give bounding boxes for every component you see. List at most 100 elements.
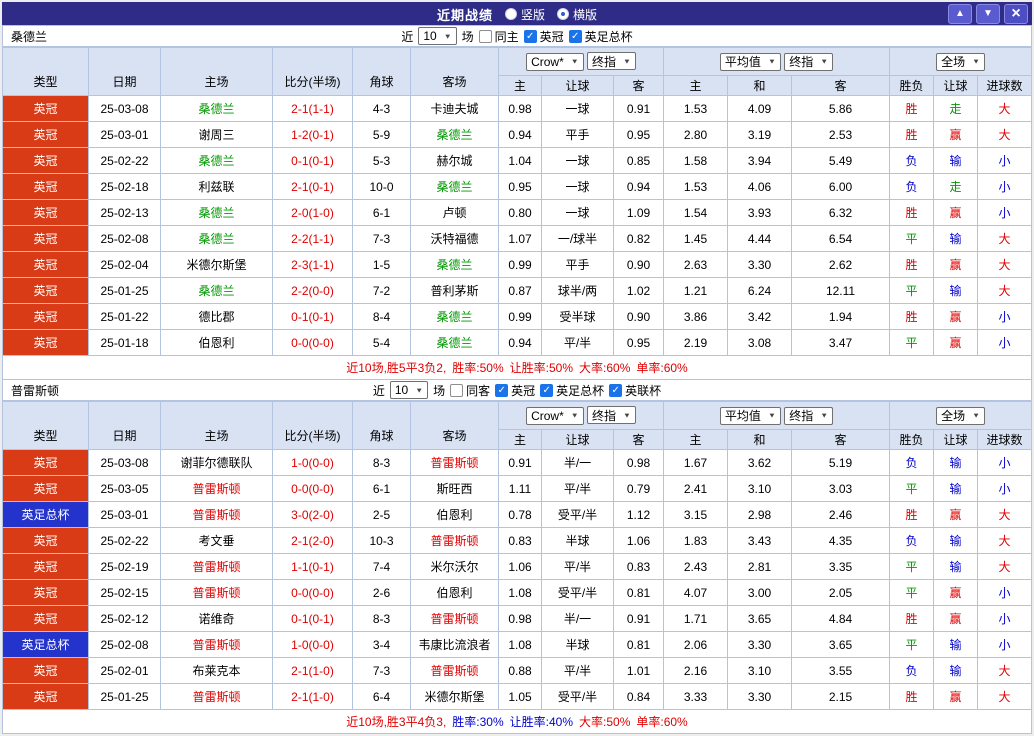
down-arrow-icon: ▼ <box>983 9 993 19</box>
same-venue-filter[interactable]: 同客 <box>450 382 490 399</box>
match-date: 25-02-18 <box>89 174 161 200</box>
euro-odds-time-select[interactable]: 终指▼ <box>784 53 833 71</box>
score: 2-1(1-0) <box>273 658 353 684</box>
euro-away-odds: 4.84 <box>792 606 890 632</box>
close-button[interactable]: × <box>1004 4 1028 24</box>
euro-away-odds: 2.62 <box>792 252 890 278</box>
euro-odds-source-select[interactable]: 平均值▼ <box>720 53 781 71</box>
handicap-odds-source-select[interactable]: Crow*▼ <box>526 407 584 425</box>
layout-horizontal-option[interactable]: 横版 <box>557 6 597 23</box>
match-row: 英冠25-02-15普雷斯顿0-0(0-0)2-6伯恩利1.08受平/半0.81… <box>3 580 1032 606</box>
euro-away-odds: 2.46 <box>792 502 890 528</box>
handicap-home-odds: 0.95 <box>499 174 542 200</box>
col-header-handicap-away: 客 <box>614 430 664 450</box>
euro-draw-odds: 3.08 <box>728 330 792 356</box>
col-header-handicap-line: 让球 <box>542 76 614 96</box>
home-team-name: 普雷斯顿 <box>161 476 273 502</box>
handicap-home-odds: 0.78 <box>499 502 542 528</box>
euro-away-odds: 2.53 <box>792 122 890 148</box>
handicap-away-odds: 0.98 <box>614 450 664 476</box>
match-count-select[interactable]: 10▼ <box>418 27 456 45</box>
handicap-home-odds: 0.98 <box>499 606 542 632</box>
league-badge: 英足总杯 <box>3 502 89 528</box>
handicap-result: 赢 <box>934 580 978 606</box>
match-date: 25-02-19 <box>89 554 161 580</box>
corner-count: 7-4 <box>353 554 411 580</box>
goals-result: 小 <box>978 632 1032 658</box>
handicap-away-odds: 0.79 <box>614 476 664 502</box>
chevron-down-icon: ▼ <box>444 32 452 40</box>
euro-odds-source-select[interactable]: 平均值▼ <box>720 407 781 425</box>
competition-filter[interactable]: ✓英冠 <box>524 28 564 45</box>
matches-table: 类型 日期 主场 比分(半场) 角球 客场 Crow*▼ 终指▼ 平均值▼ 终指… <box>2 47 1032 356</box>
col-header-result: 胜负 <box>890 430 934 450</box>
handicap-line: 一球 <box>542 200 614 226</box>
move-up-button[interactable]: ▲ <box>948 4 972 24</box>
win-loss-result: 胜 <box>890 200 934 226</box>
competition-filter[interactable]: ✓英足总杯 <box>569 28 633 45</box>
handicap-line: 一球 <box>542 174 614 200</box>
goals-result: 大 <box>978 122 1032 148</box>
summary-segment: 大率:60% <box>579 359 630 376</box>
same-venue-filter[interactable]: 同主 <box>479 28 519 45</box>
win-loss-result: 负 <box>890 148 934 174</box>
corner-count: 6-4 <box>353 684 411 710</box>
euro-home-odds: 2.80 <box>664 122 728 148</box>
chevron-down-icon: ▼ <box>571 412 579 420</box>
away-team-name: 米德尔斯堡 <box>411 684 499 710</box>
euro-odds-group: 平均值▼ 终指▼ <box>664 48 890 76</box>
euro-away-odds: 3.55 <box>792 658 890 684</box>
goals-result: 小 <box>978 330 1032 356</box>
euro-away-odds: 12.11 <box>792 278 890 304</box>
matches-table: 类型 日期 主场 比分(半场) 角球 客场 Crow*▼ 终指▼ 平均值▼ 终指… <box>2 401 1032 710</box>
away-team-name: 桑德兰 <box>411 252 499 278</box>
move-down-button[interactable]: ▼ <box>976 4 1000 24</box>
handicap-result: 输 <box>934 528 978 554</box>
league-badge: 英冠 <box>3 580 89 606</box>
handicap-away-odds: 0.84 <box>614 684 664 710</box>
away-team-section: 普雷斯顿 近 10▼ 场 同客 ✓英冠✓英足总杯✓英联杯 <box>2 379 1032 734</box>
summary-segment: 让胜率:40% <box>510 713 573 730</box>
handicap-away-odds: 0.91 <box>614 96 664 122</box>
section-filter-row: 桑德兰 近 10▼ 场 同主 ✓英冠✓英足总杯 <box>2 25 1032 47</box>
handicap-line: 受平/半 <box>542 580 614 606</box>
titlebar[interactable]: 近期战绩 竖版 横版 ▲ ▼ × <box>2 2 1032 26</box>
goals-result: 大 <box>978 528 1032 554</box>
handicap-home-odds: 0.98 <box>499 96 542 122</box>
col-header-home: 主场 <box>161 48 273 96</box>
goals-result: 大 <box>978 226 1032 252</box>
checkbox-checked-icon: ✓ <box>524 30 537 43</box>
scope-select[interactable]: 全场▼ <box>936 407 985 425</box>
same-venue-label: 同客 <box>466 382 490 399</box>
odds-time-value: 终指 <box>592 407 616 424</box>
section-summary: 近10场,胜5平3负2,胜率:50%让胜率:50%大率:60%单率:60% <box>2 356 1032 380</box>
handicap-odds-source-select[interactable]: Crow*▼ <box>526 53 584 71</box>
recent-results-window: 近期战绩 竖版 横版 ▲ ▼ × 桑德兰 近 10▼ 场 <box>2 2 1032 734</box>
match-count-select[interactable]: 10▼ <box>390 381 428 399</box>
match-date: 25-01-22 <box>89 304 161 330</box>
competition-filter[interactable]: ✓英联杯 <box>609 382 661 399</box>
score: 0-0(0-0) <box>273 476 353 502</box>
away-team-name: 桑德兰 <box>411 174 499 200</box>
layout-vertical-option[interactable]: 竖版 <box>505 6 545 23</box>
handicap-odds-time-select[interactable]: 终指▼ <box>587 52 636 70</box>
handicap-line: 受平/半 <box>542 684 614 710</box>
match-date: 25-03-08 <box>89 450 161 476</box>
match-row: 英冠25-02-08桑德兰2-2(1-1)7-3沃特福德1.07一/球半0.82… <box>3 226 1032 252</box>
handicap-odds-time-select[interactable]: 终指▼ <box>587 406 636 424</box>
euro-odds-time-select[interactable]: 终指▼ <box>784 407 833 425</box>
euro-draw-odds: 3.19 <box>728 122 792 148</box>
euro-source-value: 平均值 <box>725 407 761 424</box>
summary-segment: 胜率:30% <box>452 713 503 730</box>
scope-select[interactable]: 全场▼ <box>936 53 985 71</box>
handicap-result: 输 <box>934 148 978 174</box>
corner-count: 10-3 <box>353 528 411 554</box>
away-team-name: 米尔沃尔 <box>411 554 499 580</box>
win-loss-result: 胜 <box>890 304 934 330</box>
checkbox-unchecked-icon <box>450 384 463 397</box>
handicap-odds-group: Crow*▼ 终指▼ <box>499 402 664 430</box>
league-badge: 英冠 <box>3 96 89 122</box>
score: 1-2(0-1) <box>273 122 353 148</box>
competition-filter[interactable]: ✓英冠 <box>495 382 535 399</box>
competition-filter[interactable]: ✓英足总杯 <box>540 382 604 399</box>
